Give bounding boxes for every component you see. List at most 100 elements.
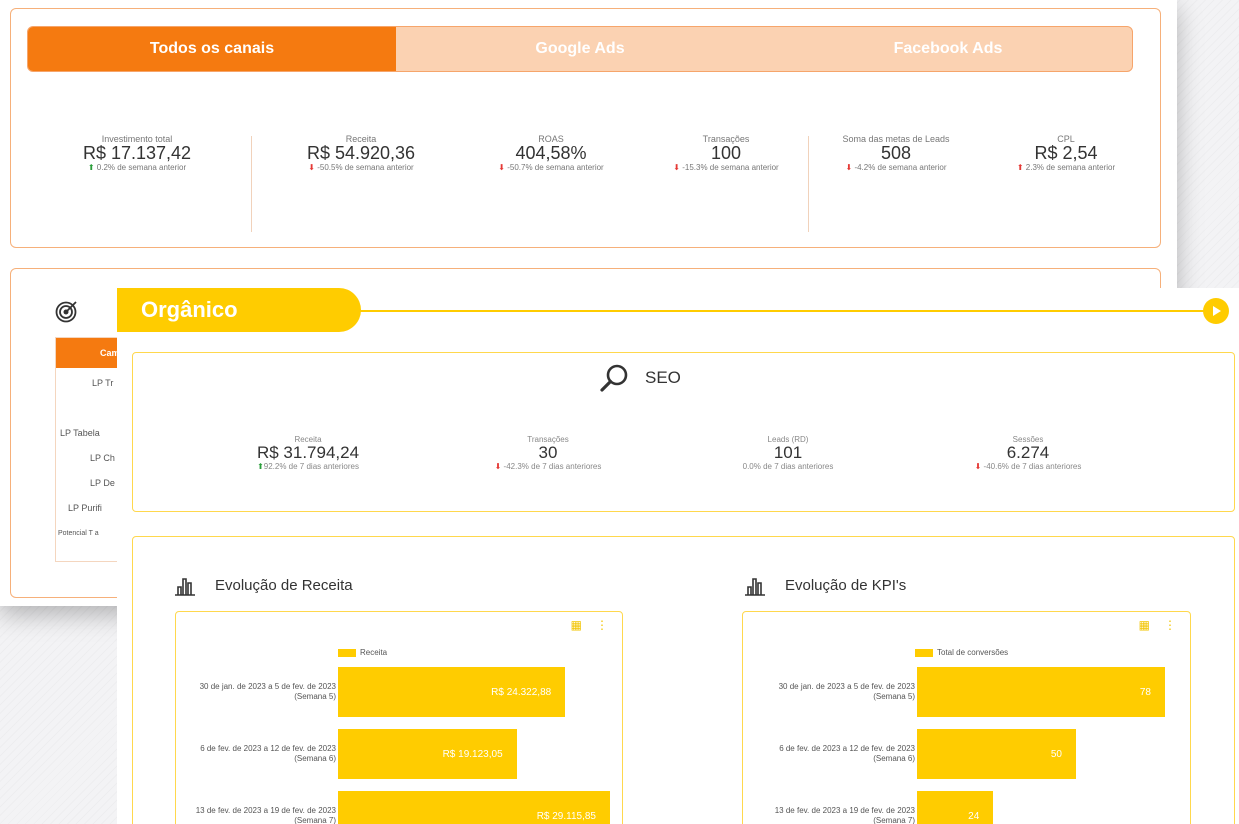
legend-label: Total de conversões: [937, 648, 1009, 657]
kpi-value: 30: [538, 443, 558, 462]
category-label: 30 de jan. de 2023 a 5 de fev. de 2023 (S…: [199, 682, 336, 701]
chart-legend: Receita: [338, 648, 387, 657]
bar-value-label: 24: [968, 810, 980, 822]
target-icon: [55, 301, 77, 323]
kpi-change: ⬇ -40.6% de 7 dias anteriores: [943, 462, 1113, 471]
arrow-down-icon: ⬇: [498, 163, 505, 172]
kpi-change: ⬇ -4.2% de semana anterior: [821, 163, 971, 172]
kpi-value: R$ 17.137,42: [82, 143, 192, 163]
table-row[interactable]: LP Purifi: [68, 503, 102, 513]
chart-tools: ▦ ⋮: [571, 618, 608, 632]
seo-kpi-transactions: Transações 30 ⬇ -42.3% de 7 dias anterio…: [463, 435, 633, 471]
category-label: 6 de fev. de 2023 a 12 de fev. de 2023 (S…: [779, 744, 915, 763]
bar[interactable]: R$ 19.123,05: [338, 729, 517, 779]
revenue-chart: ▦ ⋮ Receita 30 de jan. de 2023 a 5 de fe…: [175, 611, 623, 824]
kpi-value: 6.274: [1006, 443, 1050, 462]
kpi-value: 100: [710, 143, 742, 163]
bar[interactable]: 50: [917, 729, 1076, 779]
kpi-chart-header: Evolução de KPI's: [743, 573, 906, 597]
divider: [808, 136, 809, 232]
table-row[interactable]: LP Tabela: [60, 428, 100, 438]
kpi-chart: ▦ ⋮ Total de conversões 30 de jan. de 20…: [742, 611, 1191, 824]
kpi-change-text: 2.3% de semana anterior: [1025, 163, 1116, 172]
arrow-down-icon: ⬇: [845, 163, 853, 172]
bar-value-label: R$ 29.115,85: [536, 810, 596, 822]
bar[interactable]: R$ 29.115,85: [338, 791, 610, 824]
channel-tabs: Todos os canais Google Ads Facebook Ads: [27, 26, 1133, 72]
arrow-down-icon: ⬇: [974, 462, 982, 471]
tab-facebook-ads[interactable]: Facebook Ads: [764, 27, 1132, 71]
more-options-icon[interactable]: ⋮: [596, 618, 608, 632]
seo-kpi-sessions: Sessões 6.274 ⬇ -40.6% de 7 dias anterio…: [943, 435, 1113, 471]
kpi-change: ⬇ -42.3% de 7 dias anteriores: [463, 462, 633, 471]
bar-value-label: 50: [1050, 748, 1062, 760]
arrow-down-icon: ⬇: [673, 163, 680, 172]
table-row[interactable]: LP De: [90, 478, 115, 488]
kpi-change: ⬆ 0.2% de semana anterior: [67, 163, 207, 172]
bar-value-label: 78: [1139, 686, 1151, 698]
seo-kpi-leads: Leads (RD) 101 0.0% de 7 dias anteriores: [703, 435, 873, 471]
kpi-change-text: -42.3% de 7 dias anteriores: [503, 462, 602, 471]
category-label: 6 de fev. de 2023 a 12 de fev. de 2023 (S…: [200, 744, 336, 763]
arrow-down-icon: ⬇: [308, 163, 315, 172]
category-label: 13 de fev. de 2023 a 19 de fev. de 2023(…: [195, 806, 336, 824]
seo-kpi-revenue: Receita R$ 31.794,24 ⬆92.2% de 7 dias an…: [223, 435, 393, 471]
kpi-row: Investimento total R$ 17.137,42 ⬆ 0.2% d…: [11, 134, 1160, 234]
organic-dashboard: Orgânico SEO Receita R$ 31.794,24 ⬆92.2%…: [117, 288, 1239, 824]
bar[interactable]: 24: [917, 791, 994, 824]
table-row[interactable]: Potencial T a: [58, 530, 99, 537]
kpi-change: ⬆92.2% de 7 dias anteriores: [223, 462, 393, 471]
kpi-value: 404,58%: [515, 143, 587, 163]
bar[interactable]: 78: [917, 667, 1165, 717]
bar-value-label: R$ 24.322,88: [491, 686, 552, 698]
kpi-change: ⬆ 2.3% de semana anterior: [986, 163, 1146, 172]
bar-chart-icon: [175, 578, 195, 596]
chart-settings-icon[interactable]: ▦: [1139, 618, 1150, 632]
seo-header: SEO: [599, 363, 681, 393]
chart-tools: ▦ ⋮: [1139, 618, 1176, 632]
kpi-change: 0.0% de 7 dias anteriores: [742, 462, 834, 471]
kpi-change-text: -50.7% de semana anterior: [507, 163, 604, 172]
kpi-revenue: Receita R$ 54.920,36 ⬇ -50.5% de semana …: [276, 134, 446, 172]
legend-swatch: [338, 648, 356, 657]
charts-panel: Evolução de Receita ▦ ⋮ Receita 30 de ja…: [132, 536, 1235, 824]
category-label: 13 de fev. de 2023 a 19 de fev. de 2023(…: [774, 806, 915, 824]
section-title: Orgânico: [117, 288, 361, 332]
section-divider: [357, 310, 1217, 312]
table-row[interactable]: LP Tr: [92, 378, 113, 388]
kpi-cpl: CPL R$ 2,54 ⬆ 2.3% de semana anterior: [986, 134, 1146, 172]
seo-title: SEO: [645, 368, 681, 387]
chart-legend: Total de conversões: [915, 648, 1008, 657]
table-row[interactable]: LP Ch: [90, 453, 115, 463]
kpi-change: ⬇ -50.7% de semana anterior: [466, 163, 636, 172]
tab-google-ads[interactable]: Google Ads: [396, 27, 764, 71]
chart-settings-icon[interactable]: ▦: [571, 618, 582, 632]
bar-value-label: R$ 19.123,05: [442, 748, 503, 760]
play-button[interactable]: [1203, 298, 1229, 324]
arrow-up-icon: ⬆: [87, 163, 95, 172]
kpi-value: R$ 54.920,36: [306, 143, 416, 163]
tab-all-channels[interactable]: Todos os canais: [28, 27, 396, 71]
arrow-up-icon: ⬆: [257, 462, 264, 471]
legend-label: Receita: [360, 648, 388, 657]
kpi-value: 508: [880, 143, 912, 163]
arrow-down-icon: ⬇: [494, 462, 502, 471]
kpi-change: ⬇ -15.3% de semana anterior: [651, 163, 801, 172]
channels-panel: Todos os canais Google Ads Facebook Ads …: [10, 8, 1161, 248]
more-options-icon[interactable]: ⋮: [1164, 618, 1176, 632]
kpi-investment: Investimento total R$ 17.137,42 ⬆ 0.2% d…: [67, 134, 207, 172]
kpi-roas: ROAS 404,58% ⬇ -50.7% de semana anterior: [466, 134, 636, 172]
divider: [251, 136, 252, 232]
kpi-change-text: -40.6% de 7 dias anteriores: [983, 462, 1082, 471]
kpi-value: 101: [773, 443, 803, 462]
bar[interactable]: R$ 24.322,88: [338, 667, 566, 717]
legend-swatch: [915, 648, 933, 657]
arrow-up-icon: ⬆: [1016, 163, 1024, 172]
kpi-change-text: -50.5% de semana anterior: [317, 163, 414, 172]
seo-panel: SEO Receita R$ 31.794,24 ⬆92.2% de 7 dia…: [132, 352, 1235, 512]
revenue-chart-header: Evolução de Receita: [173, 573, 353, 597]
kpi-change-text: 92.2% de 7 dias anteriores: [263, 462, 359, 471]
bar-chart-icon: [745, 578, 765, 596]
kpi-change-text: -4.2% de semana anterior: [854, 163, 947, 172]
kpi-transactions: Transações 100 ⬇ -15.3% de semana anteri…: [651, 134, 801, 172]
